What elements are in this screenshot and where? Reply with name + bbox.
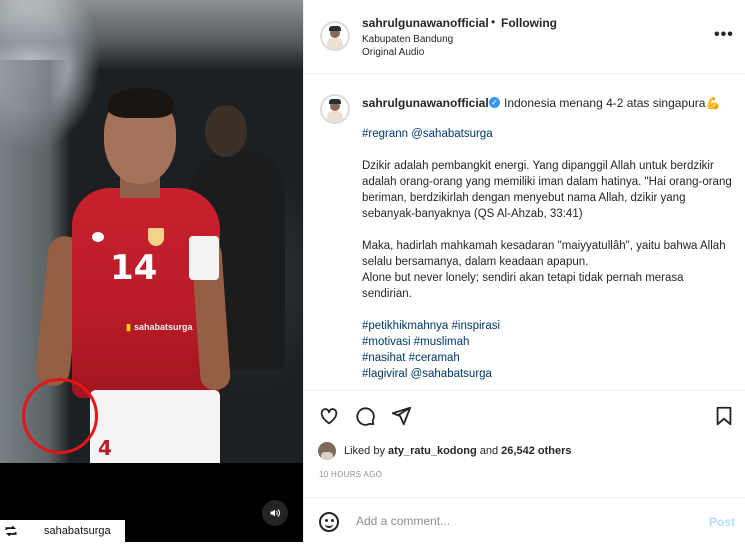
hashtags-line[interactable]: #lagiviral @sahabatsurga [362,366,732,382]
regram-tag[interactable]: #regrann @sahabatsurga [362,126,732,142]
location-link[interactable]: Kabupaten Bandung [362,34,453,45]
watermark-text: sahabatsurga [133,322,193,332]
comment-input[interactable] [354,513,678,529]
liked-user[interactable]: aty_ratu_kodong [388,445,477,457]
caption-body: #regrann @sahabatsurga Dzikir adalah pem… [362,126,732,382]
likes-count[interactable]: 26,542 others [501,445,571,457]
post-header: sahrulgunawanofficial • Following Kabupa… [304,0,745,74]
emoji-icon[interactable] [319,512,339,532]
action-bar: Liked by aty_ratu_kodong and 26,542 othe… [304,390,745,543]
instagram-post: 14 4 ▮ sahabatsurga sahabatsurga sahrulgu… [0,0,745,542]
caption-avatar[interactable] [320,94,350,124]
video-frame[interactable]: 14 4 ▮ sahabatsurga [0,0,303,480]
red-highlight-circle [22,378,98,454]
jersey-number: 14 [110,248,158,288]
repost-username[interactable]: sahabatsurga [44,525,111,537]
post-comment-button[interactable]: Post [709,515,735,529]
verified-badge-icon: ✓ [489,97,500,108]
shorts-number: 4 [98,436,112,460]
liked-and: and [479,445,499,457]
video-watermark: ▮ sahabatsurga [126,322,193,332]
avatar[interactable] [320,21,350,51]
speaker-icon[interactable] [262,500,288,526]
captain-armband [189,236,219,280]
likes-summary: Liked by aty_ratu_kodong and 26,542 othe… [318,442,572,460]
caption-paragraph-2b: Alone but never lonely; sendiri akan tet… [362,272,684,300]
kit-brand-logo [92,232,104,242]
comment-icon[interactable] [354,405,376,427]
share-icon[interactable] [390,405,412,427]
audio-link[interactable]: Original Audio [362,47,424,58]
heart-icon[interactable] [318,405,340,427]
repost-icon [0,520,22,542]
repost-credit[interactable]: sahabatsurga [0,520,125,542]
national-crest [148,228,164,246]
caption-first-line: Indonesia menang 4-2 atas singapura💪 [504,96,721,110]
liker-avatar[interactable] [318,442,336,460]
hashtags-line[interactable]: #petikhikmahnya #inspirasi [362,318,732,334]
hashtags-line[interactable]: #nasihat #ceramah [362,350,732,366]
header-username[interactable]: sahrulgunawanofficial [362,16,489,30]
header-separator: • [491,15,496,29]
caption-paragraph-1: Dzikir adalah pembangkit energi. Yang di… [362,160,732,220]
player-hair [108,88,174,118]
more-options-icon[interactable]: ••• [714,26,734,44]
caption-section: sahrulgunawanofficial ✓ Indonesia menang… [304,74,745,390]
caption-paragraph-2a: Maka, hadirlah mahkamah kesadaran "maiyy… [362,240,726,268]
hashtags-line[interactable]: #motivasi #muslimah [362,334,732,350]
bookmark-icon[interactable] [713,405,735,427]
post-timestamp[interactable]: 10 HOURS AGO [319,470,382,479]
post-media[interactable]: 14 4 ▮ sahabatsurga sahabatsurga [0,0,303,542]
background-person-head [205,105,247,157]
liked-prefix: Liked by [344,445,385,457]
following-button[interactable]: Following [501,16,557,30]
comment-row: Post [304,497,745,544]
caption-username[interactable]: sahrulgunawanofficial [362,96,489,110]
post-sidebar: sahrulgunawanofficial • Following Kabupa… [303,0,745,542]
